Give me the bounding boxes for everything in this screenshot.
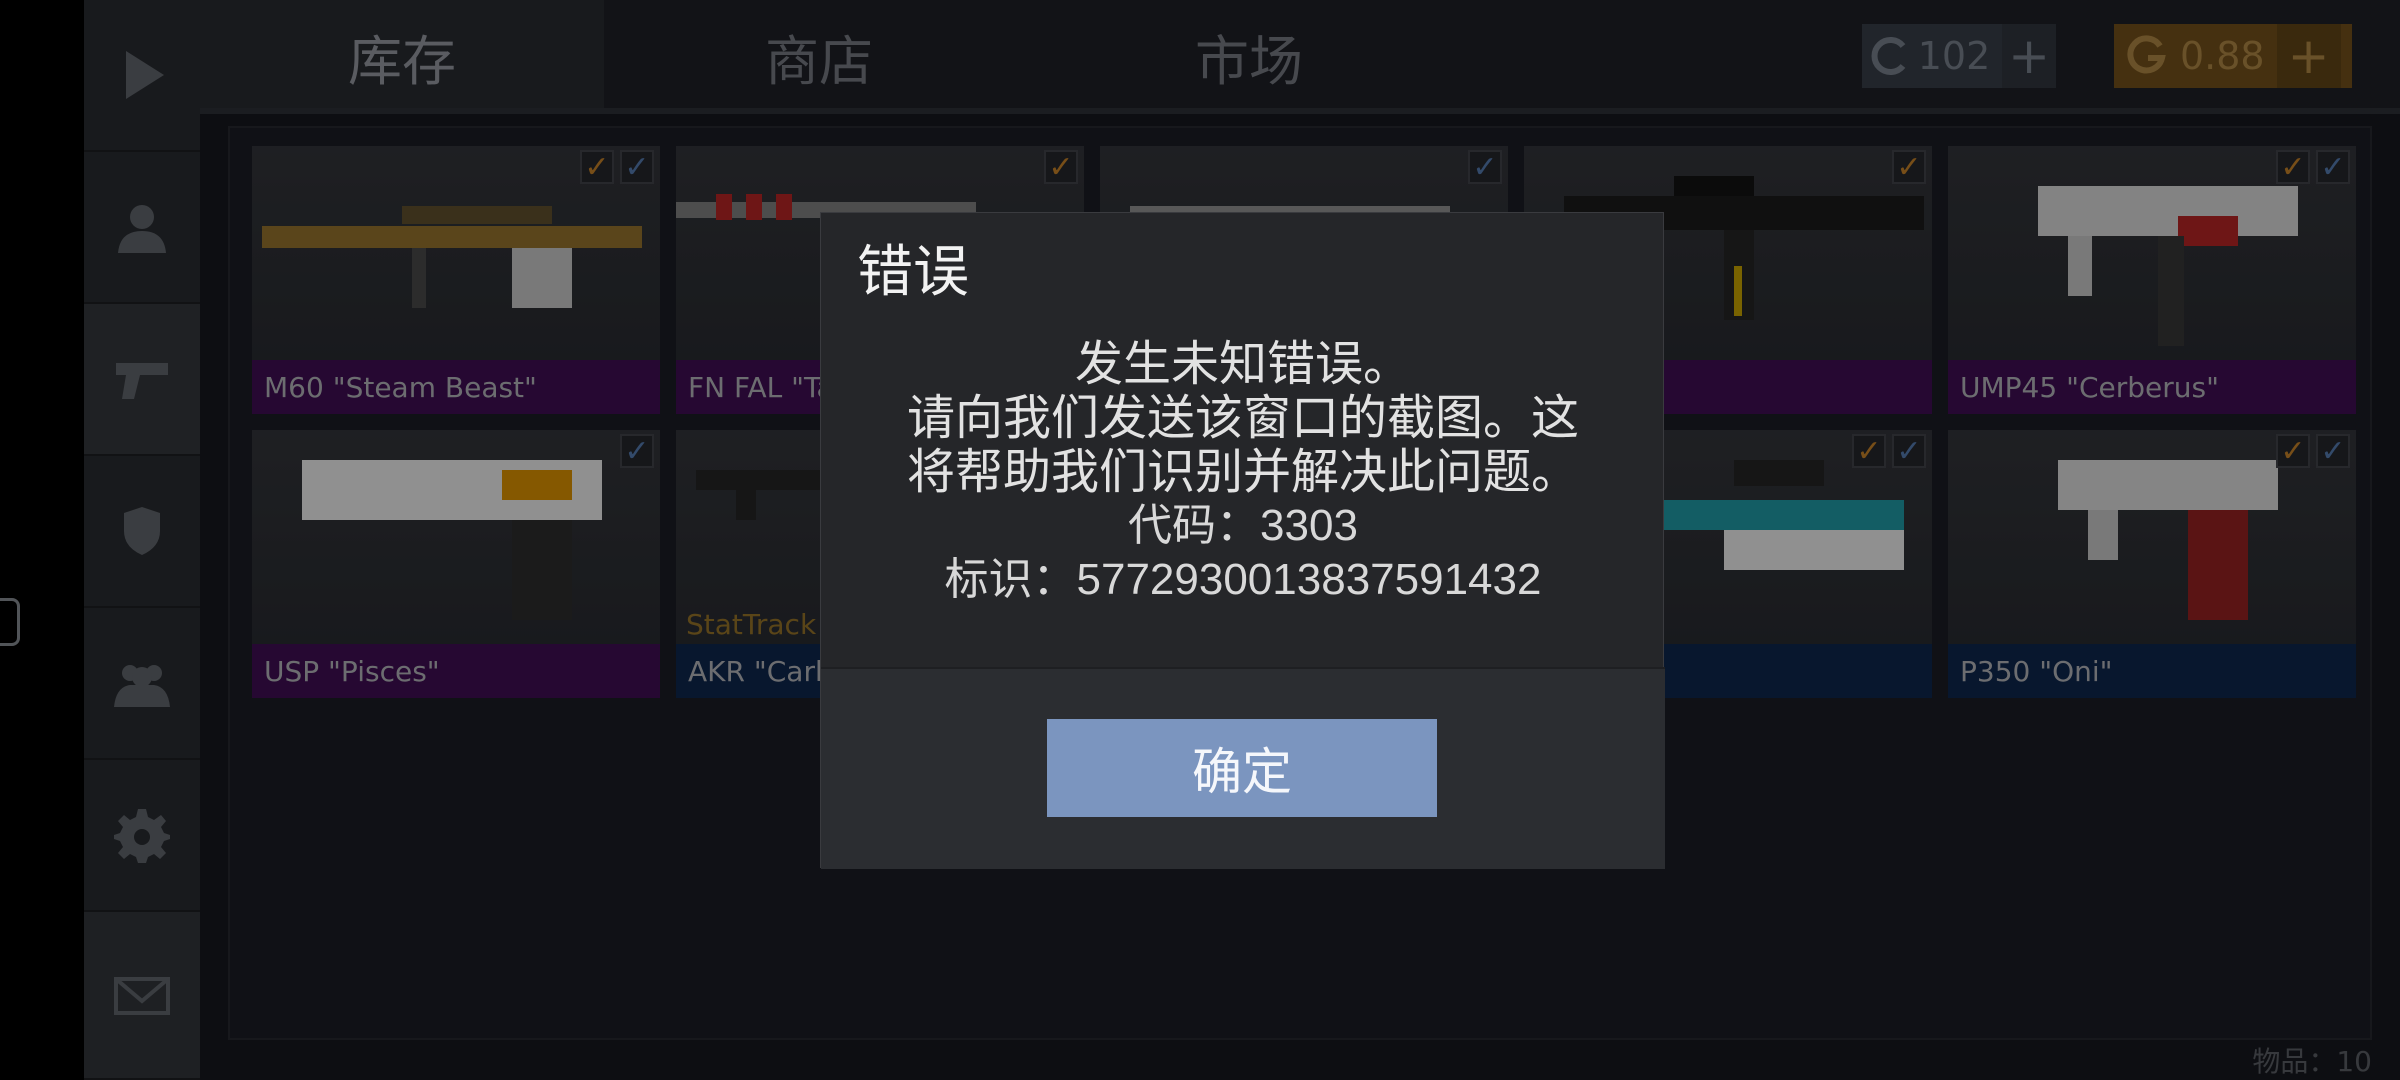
error-code: 代码：3303 — [1128, 501, 1358, 550]
message-line: 发生未知错误。 — [1074, 336, 1411, 392]
dialog-title: 错误 — [857, 240, 969, 305]
message-line: 请向我们发送该窗口的截图。这 — [906, 390, 1579, 446]
ok-button[interactable]: 确定 — [1047, 719, 1437, 817]
error-id: 标识：5772930013837591432 — [944, 555, 1542, 604]
dialog-message: 发生未知错误。 请向我们发送该窗口的截图。这 将帮助我们识别并解决此问题。 代码… — [821, 337, 1665, 607]
error-dialog: 错误 发生未知错误。 请向我们发送该窗口的截图。这 将帮助我们识别并解决此问题。… — [820, 212, 1665, 869]
message-line: 将帮助我们识别并解决此问题。 — [906, 444, 1579, 500]
